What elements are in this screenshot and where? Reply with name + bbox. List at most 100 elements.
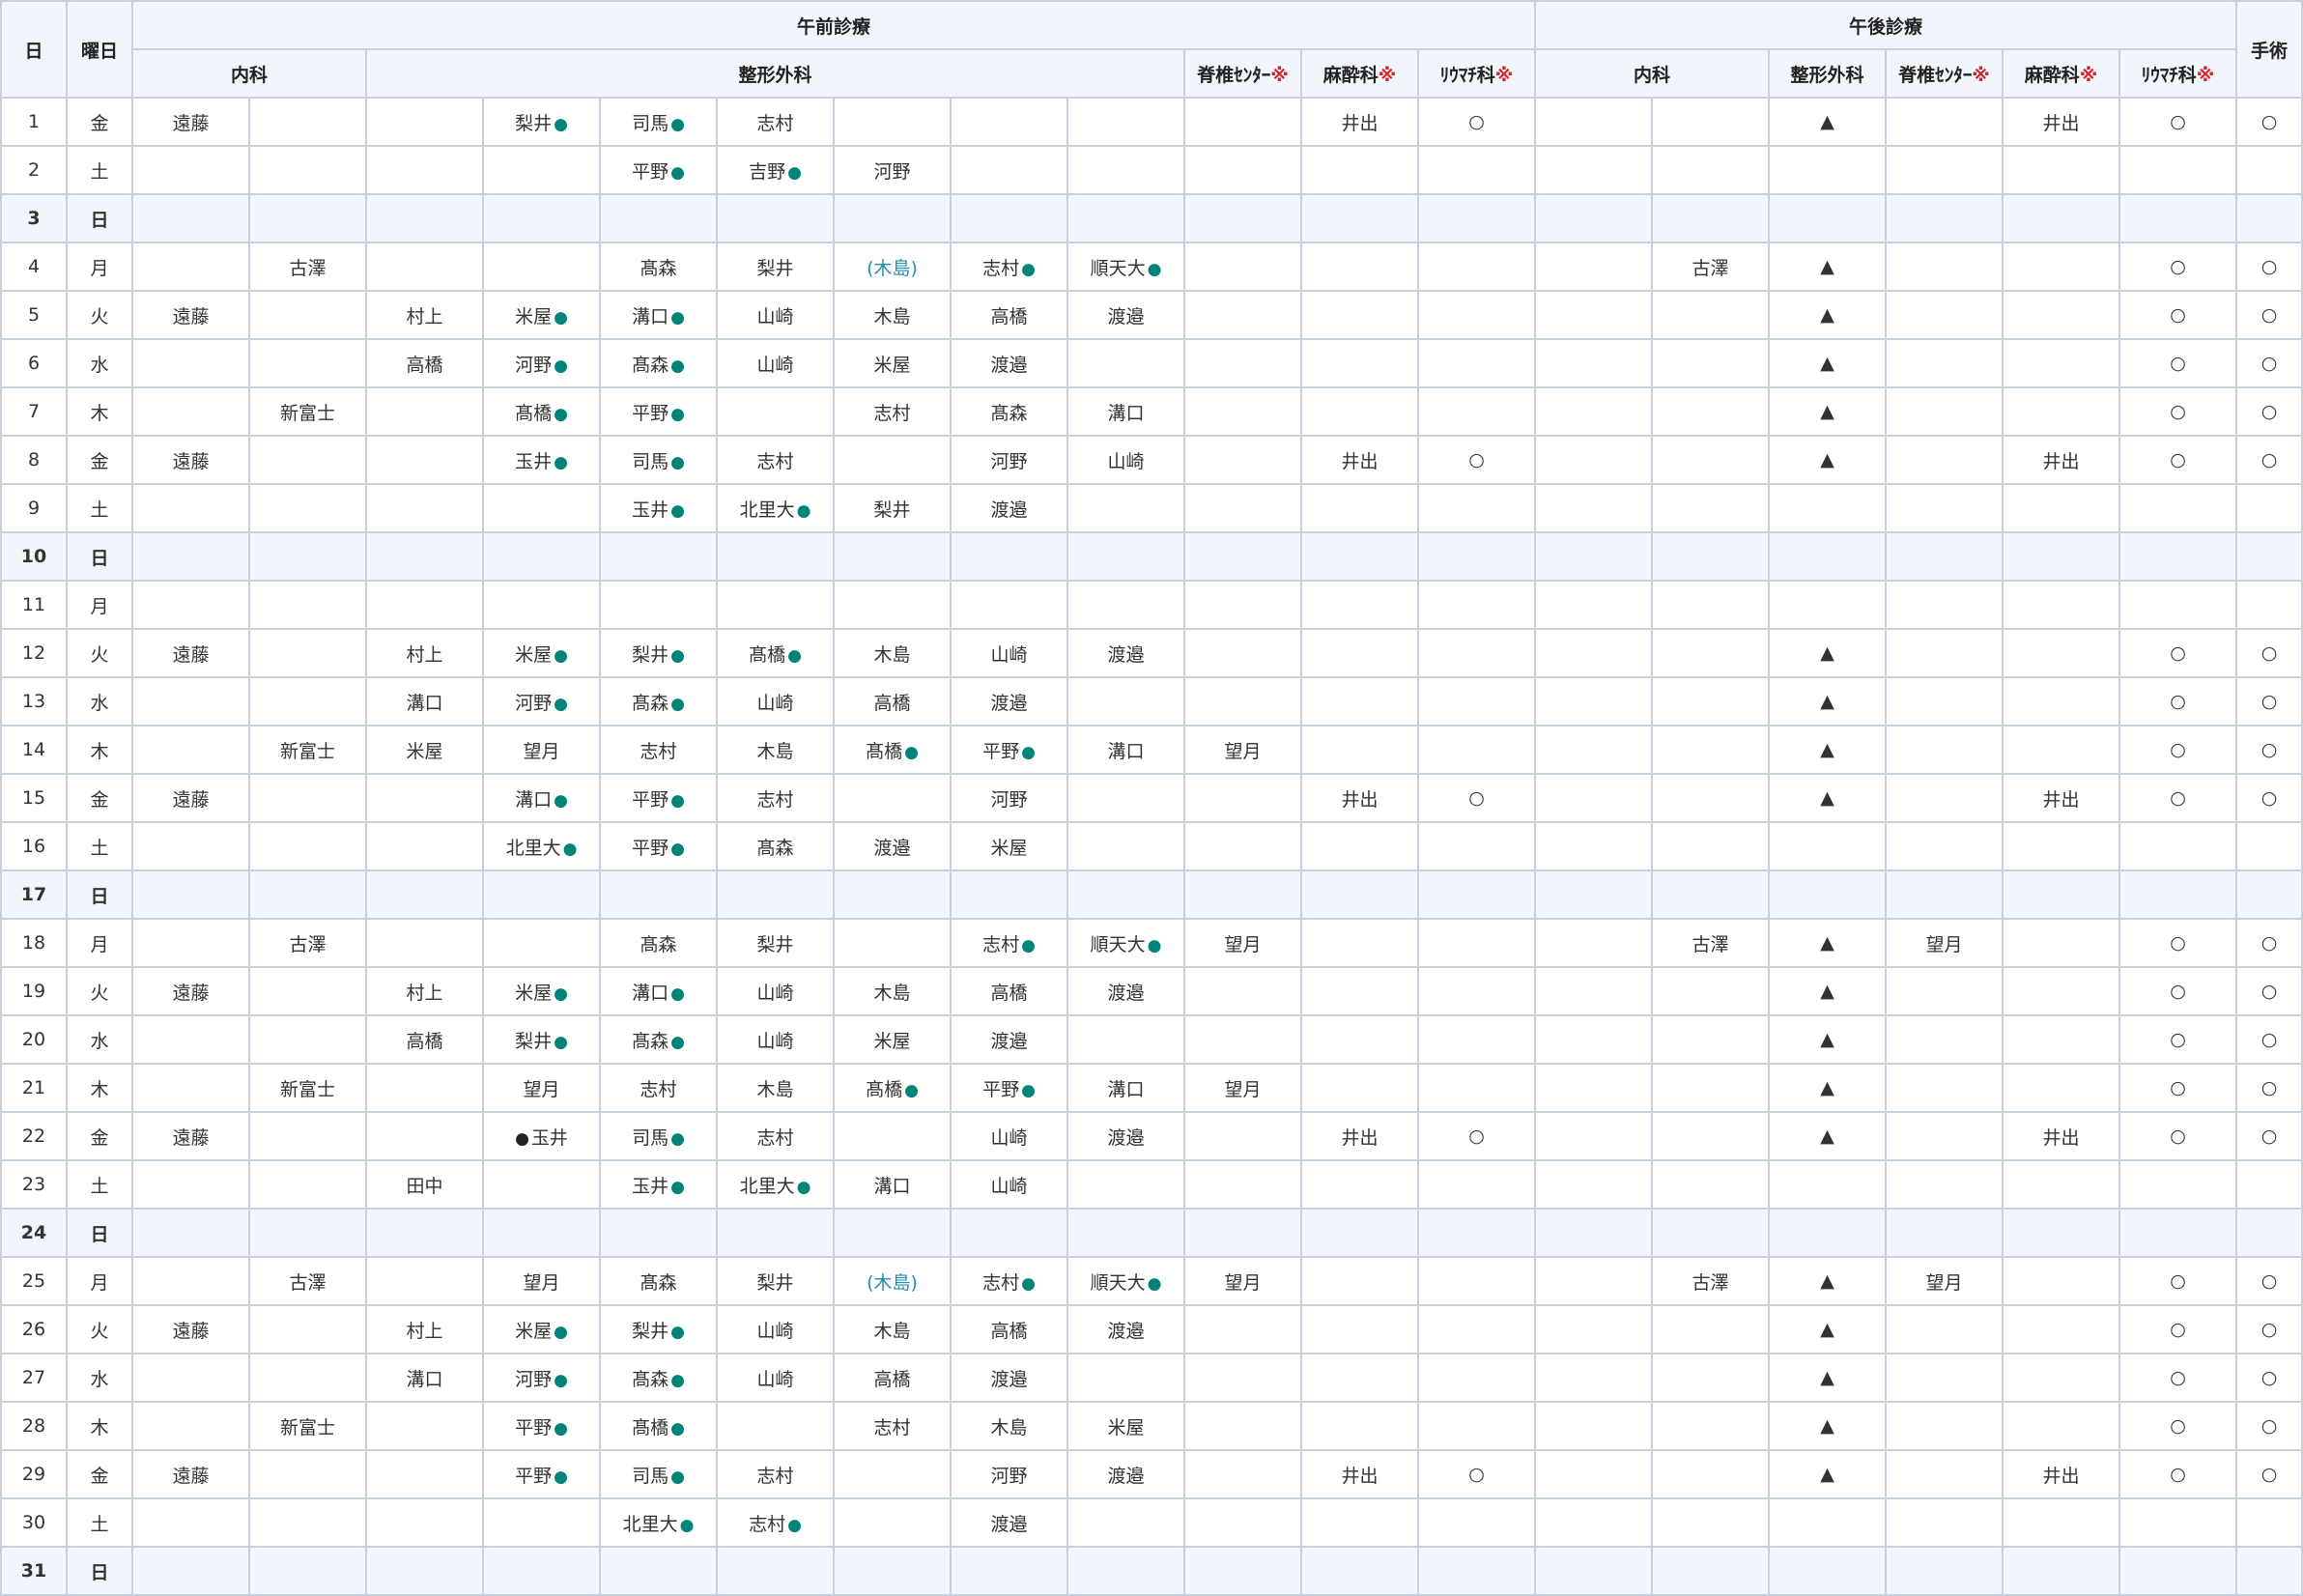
schedule-cell xyxy=(365,821,484,871)
schedule-cell xyxy=(365,869,484,920)
schedule-cell xyxy=(599,869,718,920)
schedule-cell xyxy=(131,821,250,871)
schedule-cell xyxy=(1183,1353,1302,1403)
schedule-cell xyxy=(1534,1014,1654,1065)
schedule-cell xyxy=(2118,193,2238,243)
schedule-cell xyxy=(1300,290,1419,340)
dot-icon: ● xyxy=(554,1370,568,1390)
schedule-cell xyxy=(1885,1111,2004,1161)
schedule-cell xyxy=(1066,1353,1185,1403)
schedule-cell: ▲ xyxy=(1768,1014,1888,1065)
schedule-cell xyxy=(1183,193,1302,243)
schedule-cell: 望月 xyxy=(1183,1256,1302,1306)
schedule-cell xyxy=(833,1111,952,1161)
day-cell: 23 xyxy=(0,1159,68,1210)
schedule-cell xyxy=(716,580,835,630)
schedule-cell: 北里大 ● xyxy=(599,1497,718,1548)
schedule-cell xyxy=(1183,1111,1302,1161)
schedule-cell xyxy=(1534,1063,1654,1113)
schedule-cell: 古澤 xyxy=(1651,918,1771,968)
day-cell: 21 xyxy=(0,1063,68,1113)
schedule-cell: 井出 xyxy=(1300,1111,1419,1161)
schedule-cell: 髙森 xyxy=(599,242,718,292)
schedule-cell xyxy=(1534,531,1654,582)
schedule-cell: 古澤 xyxy=(1651,1256,1771,1306)
schedule-cell xyxy=(131,1546,250,1596)
schedule-cell xyxy=(833,1208,952,1258)
day-header: 日 xyxy=(0,0,68,99)
dot-icon: ● xyxy=(679,1515,695,1535)
schedule-cell xyxy=(365,1256,484,1306)
weekday-cell: 木 xyxy=(66,386,133,437)
schedule-cell xyxy=(1651,483,1771,533)
dot-icon: ● xyxy=(554,694,568,714)
table-row: 12 火遠藤 村上 米屋 ● 梨井 ● 髙橋 ● 木島 山崎 渡邉 ▲ ○ ○ xyxy=(0,628,2303,678)
schedule-cell xyxy=(1416,966,1537,1016)
schedule-cell xyxy=(1651,966,1771,1016)
schedule-cell: 古澤 xyxy=(248,918,367,968)
schedule-cell xyxy=(365,1546,484,1596)
schedule-cell: 井出 xyxy=(2002,1111,2121,1161)
schedule-cell: ○ xyxy=(2118,1449,2238,1499)
schedule-cell xyxy=(833,773,952,823)
schedule-cell: 志村 xyxy=(716,1449,835,1499)
schedule-cell xyxy=(1534,483,1654,533)
dot-icon: ● xyxy=(670,307,685,328)
schedule-cell xyxy=(1534,145,1654,195)
schedule-cell: 河野 xyxy=(950,435,1068,485)
schedule-cell: 志村 ● xyxy=(950,1256,1068,1306)
schedule-cell: 遠藤 xyxy=(131,290,250,340)
schedule-cell xyxy=(1300,1353,1419,1403)
schedule-cell xyxy=(1885,773,2004,823)
schedule-cell xyxy=(2002,918,2121,968)
schedule-cell: 司馬 ● xyxy=(599,1111,718,1161)
schedule-cell: 志村 xyxy=(599,1063,718,1113)
schedule-cell xyxy=(1416,290,1537,340)
schedule-cell: ● 玉井 xyxy=(482,1111,601,1161)
schedule-cell: 山崎 xyxy=(1066,435,1185,485)
schedule-cell: 井出 xyxy=(1300,435,1419,485)
schedule-cell: 志村 xyxy=(599,725,718,775)
schedule-cell: 山崎 xyxy=(950,1159,1068,1210)
schedule-cell: ▲ xyxy=(1768,1256,1888,1306)
schedule-cell: 司馬 ● xyxy=(599,97,718,147)
schedule-cell: 髙森 ● xyxy=(599,1014,718,1065)
schedule-cell xyxy=(365,918,484,968)
schedule-cell: 河野 ● xyxy=(482,338,601,388)
schedule-cell: 渡邉 xyxy=(1066,290,1185,340)
schedule-cell xyxy=(248,97,367,147)
table-header: 日 曜日 午前診療 午後診療 手術 内科 整形外科 脊椎ｾﾝﾀｰ※ 麻酔科※ ﾘ… xyxy=(0,0,2303,99)
schedule-cell: 渡邉 xyxy=(1066,628,1185,678)
schedule-cell xyxy=(1183,628,1302,678)
schedule-cell xyxy=(1768,193,1888,243)
schedule-cell xyxy=(950,531,1068,582)
schedule-cell xyxy=(1300,193,1419,243)
schedule-cell: 梨井 ● xyxy=(482,97,601,147)
table-row: 3日 xyxy=(0,193,2303,243)
schedule-cell: ○ xyxy=(2235,1401,2303,1451)
schedule-cell: 北里大 ● xyxy=(482,821,601,871)
schedule-cell xyxy=(1183,435,1302,485)
weekday-cell: 土 xyxy=(66,821,133,871)
schedule-cell: 髙橋 ● xyxy=(833,1063,952,1113)
schedule-cell: 順天大 ● xyxy=(1066,918,1185,968)
schedule-cell xyxy=(833,435,952,485)
schedule-cell xyxy=(2235,869,2303,920)
schedule-cell: ○ xyxy=(1416,435,1537,485)
schedule-cell: 髙森 xyxy=(950,386,1068,437)
schedule-cell: 高橋 xyxy=(950,1304,1068,1354)
schedule-cell xyxy=(1885,1208,2004,1258)
schedule-cell: ○ xyxy=(2118,1304,2238,1354)
schedule-cell xyxy=(1885,1159,2004,1210)
schedule-cell xyxy=(1768,1546,1888,1596)
dot-icon: ● xyxy=(554,1032,568,1052)
schedule-cell xyxy=(1768,580,1888,630)
schedule-cell: 髙橋 ● xyxy=(716,628,835,678)
schedule-cell xyxy=(1416,242,1537,292)
schedule-cell xyxy=(1651,338,1771,388)
schedule-cell xyxy=(365,193,484,243)
schedule-cell xyxy=(1183,97,1302,147)
table-row: 18 月古澤 髙森 梨井 志村 ● 順天大 ● 望月 古澤 ▲ 望月 ○ ○ xyxy=(0,918,2303,968)
schedule-cell: ○ xyxy=(2118,1353,2238,1403)
schedule-cell: 志村 ● xyxy=(950,918,1068,968)
